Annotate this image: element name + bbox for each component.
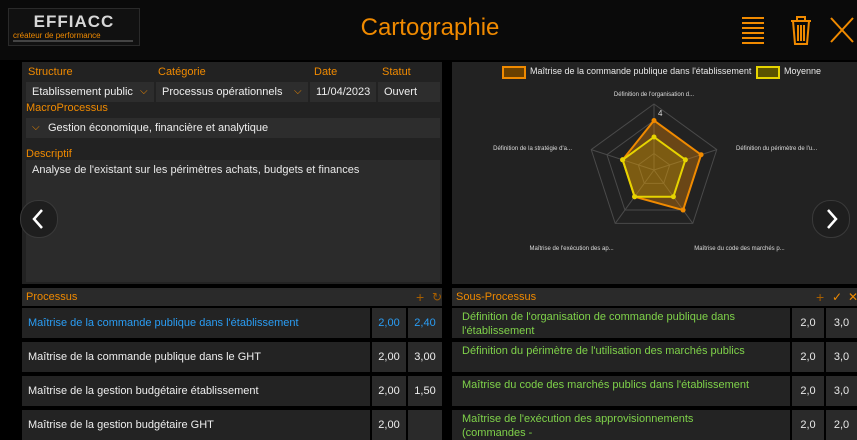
processus-label: Maîtrise de la commande publique dans le… (28, 351, 261, 363)
sous-processus-value-2: 3,0 (826, 376, 857, 406)
prev-arrow-button[interactable] (20, 200, 58, 238)
radar-point (632, 194, 638, 200)
radar-point (651, 118, 657, 123)
processus-value-1: 2,00 (372, 376, 406, 406)
processus-value-1: 2,00 (372, 410, 406, 440)
chevron-left-icon (32, 209, 43, 229)
radar-axis-label: Définition de l'organisation d... (614, 92, 695, 98)
radar-point (620, 157, 626, 163)
categorie-value: Processus opérationnels (162, 86, 283, 98)
legend-swatch-series2 (756, 66, 780, 79)
radar-chart: 4 Définition de l'organisation d... Défini… (493, 92, 818, 252)
table-row[interactable]: Maîtrise de la gestion budgétaire GHT (22, 410, 370, 440)
radar-point (680, 207, 686, 213)
refresh-icon[interactable]: ↻ (432, 288, 442, 306)
categorie-select[interactable]: Processus opérationnels ⌵ (156, 82, 308, 102)
chevron-down-icon: ⌵ (140, 86, 148, 97)
sous-processus-title: Sous-Processus (456, 291, 537, 303)
processus-label: Maîtrise de la gestion budgétaire établi… (28, 385, 259, 397)
chevron-down-icon: ⌵ (294, 86, 302, 97)
logo-text: EFFIACC (33, 12, 115, 31)
sous-processus-value-1: 2,0 (792, 376, 824, 406)
legend-swatch-series1 (502, 66, 526, 79)
sous-processus-value-2: 3,0 (826, 308, 857, 338)
statut-label: Statut (382, 66, 411, 78)
structure-label: Structure (28, 66, 73, 78)
macroprocessus-value: Gestion économique, financière et analyt… (48, 122, 269, 134)
radar-scale-label: 4 (658, 109, 663, 118)
sous-processus-value-2: 2,0 (826, 410, 857, 440)
processus-value-1: 2,00 (372, 308, 406, 338)
next-arrow-button[interactable] (812, 200, 850, 238)
sous-processus-label: Définition du périmètre de l'utilisation… (462, 345, 745, 357)
table-row[interactable]: Maîtrise de la gestion budgétaire établi… (22, 376, 370, 406)
logo-tagline: créateur de performance (13, 31, 101, 40)
sous-processus-value-2: 3,0 (826, 342, 857, 372)
processus-value-2 (408, 410, 442, 440)
date-label: Date (314, 66, 338, 78)
sous-processus-value-1: 2,0 (792, 410, 824, 440)
radar-axis-label: Définition du périmètre de l'u... (736, 146, 818, 152)
logo: EFFIACC créateur de performance (8, 8, 140, 46)
radar-axis-label: Maîtrise de l'exécution des ap... (529, 246, 614, 252)
sous-processus-value-1: 2,0 (792, 308, 824, 338)
processus-header: Processus + ↻ (22, 288, 442, 306)
macroprocessus-select[interactable]: ⌵ Gestion économique, financière et anal… (26, 118, 440, 138)
chevron-down-icon: ⌵ (32, 122, 40, 133)
descriptif-textarea[interactable]: Analyse de l'existant sur les périmètres… (26, 160, 440, 282)
descriptif-label: Descriptif (26, 148, 72, 160)
radar-point (670, 194, 676, 200)
check-icon[interactable]: ✓ (832, 288, 842, 306)
table-row[interactable]: Maîtrise de la commande publique dans le… (22, 342, 370, 372)
sous-processus-value-1: 2,0 (792, 342, 824, 372)
processus-value-1: 2,00 (372, 342, 406, 372)
add-icon[interactable]: + (816, 288, 824, 306)
page-title: Cartographie (360, 14, 500, 41)
table-row[interactable]: Maîtrise de la commande publique dans l'… (22, 308, 370, 338)
processus-title: Processus (26, 291, 78, 303)
structure-value: Etablissement public (32, 86, 133, 98)
date-field[interactable]: 11/04/2023 (310, 82, 376, 102)
macroprocessus-label: MacroProcessus (26, 102, 108, 114)
radar-axis-label: Maîtrise du code des marchés p... (694, 246, 785, 252)
processus-label: Maîtrise de la commande publique dans l'… (28, 317, 299, 329)
trash-icon[interactable] (786, 14, 816, 46)
radar-axis-label: Définition de la stratégie d'a... (493, 146, 572, 152)
close-icon[interactable] (827, 14, 857, 46)
radar-point (682, 157, 688, 163)
descriptif-value: Analyse de l'existant sur les périmètres… (32, 164, 360, 176)
structure-select[interactable]: Etablissement public ⌵ (26, 82, 154, 102)
processus-value-2: 2,40 (408, 308, 442, 338)
radar-point (651, 134, 657, 140)
table-row[interactable]: Définition de l'organisation de commande… (452, 308, 790, 338)
list-icon[interactable] (738, 14, 768, 46)
date-value: 11/04/2023 (316, 86, 371, 98)
processus-value-2: 3,00 (408, 342, 442, 372)
statut-field[interactable]: Ouvert (378, 82, 440, 102)
legend-label-series1: Maîtrise de la commande publique dans l'… (530, 66, 752, 76)
chevron-right-icon (827, 209, 838, 229)
processus-value-2: 1,50 (408, 376, 442, 406)
table-row[interactable]: Définition du périmètre de l'utilisation… (452, 342, 790, 372)
processus-label: Maîtrise de la gestion budgétaire GHT (28, 419, 214, 431)
statut-value: Ouvert (384, 86, 418, 98)
close-icon[interactable]: ✕ (848, 288, 857, 306)
sous-processus-label: Maîtrise du code des marchés publics dan… (462, 379, 750, 391)
table-row[interactable]: Maîtrise du code des marchés publics dan… (452, 376, 790, 406)
legend-label-series2: Moyenne (784, 66, 822, 76)
radar-point (698, 152, 704, 158)
categorie-label: Catégorie (158, 66, 206, 78)
sous-processus-header: Sous-Processus + ✓ ✕ (452, 288, 857, 306)
sous-processus-label: Définition de l'organisation de commande… (462, 311, 736, 337)
sous-processus-label: Maîtrise de l'exécution des approvisionn… (462, 413, 694, 439)
table-row[interactable]: Maîtrise de l'exécution des approvisionn… (452, 410, 790, 440)
add-icon[interactable]: + (416, 288, 424, 306)
